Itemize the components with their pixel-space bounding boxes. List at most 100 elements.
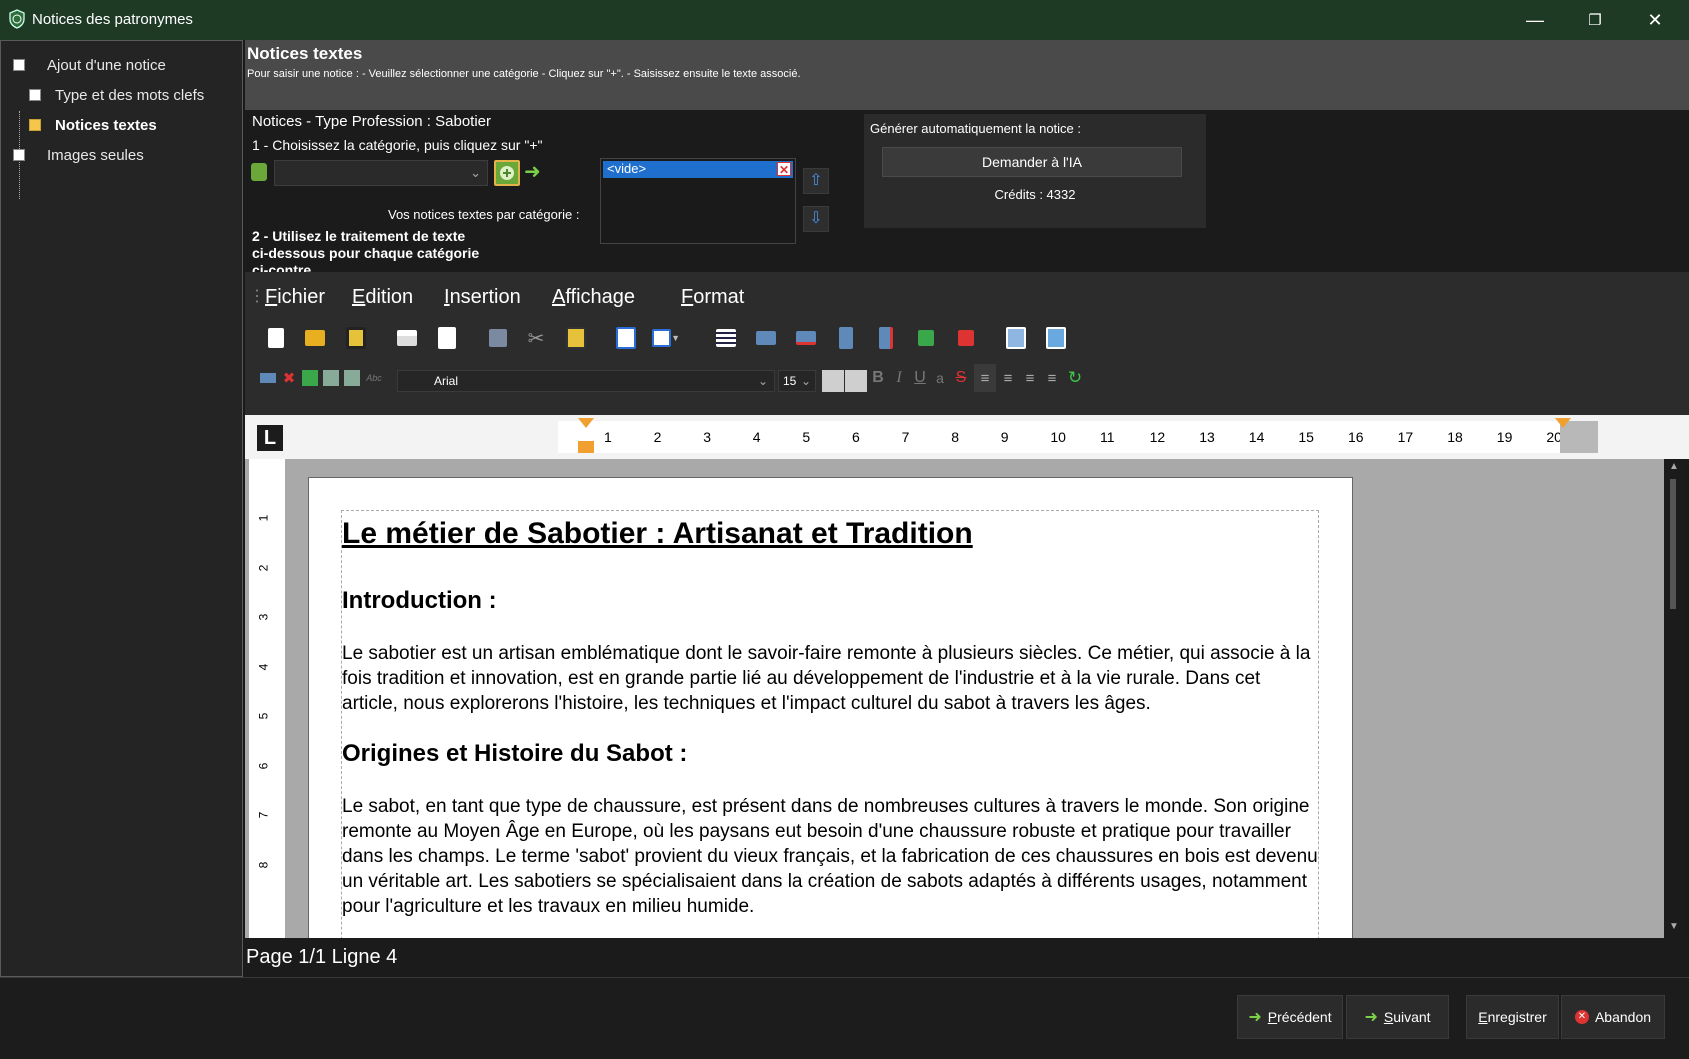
doc-heading-origins: Origines et Histoire du Sabot : [342, 740, 688, 767]
underline-button[interactable]: U [910, 364, 930, 392]
align-left-tool-button[interactable] [258, 364, 278, 392]
plus-icon [500, 166, 514, 180]
ruler-tick-label: 7 [901, 429, 910, 445]
category-list[interactable]: <vide> ✕ [600, 158, 796, 244]
nav-item-images[interactable]: Images seules [13, 143, 144, 167]
cut-button[interactable]: ✂ [522, 324, 550, 352]
open-folder-button[interactable] [301, 324, 329, 352]
abc-button[interactable]: Abc [364, 364, 384, 392]
save-record-button[interactable]: Enregistrer [1466, 995, 1559, 1039]
print-button[interactable] [393, 324, 421, 352]
menu-fichier[interactable]: Fichier [265, 286, 325, 309]
minimize-button[interactable]: — [1505, 0, 1565, 40]
paste-text-icon [302, 370, 318, 386]
ask-ai-button[interactable]: Demander à l'IA [882, 147, 1182, 177]
tab-stop-icon[interactable]: L [257, 425, 283, 451]
bold-button[interactable]: B [868, 364, 888, 392]
ruler-tick-label: 6 [852, 429, 860, 445]
vruler-tick-label: 8 [256, 861, 271, 868]
first-indent-marker[interactable] [578, 418, 594, 428]
document-area: 1 2 3 4 5 6 7 8 Le métier de Sabotier : Artisan… [245, 459, 1664, 938]
spell-option-button[interactable] [342, 364, 362, 392]
copy-button[interactable] [484, 324, 512, 352]
left-indent-marker[interactable] [578, 441, 594, 453]
font-select[interactable]: Arial ⌄ [397, 370, 775, 392]
italic-button[interactable]: I [889, 364, 909, 392]
document-page[interactable]: Le métier de Sabotier : Artisanat et Tra… [308, 477, 1353, 938]
superscript-button[interactable]: a [930, 364, 950, 392]
spell-option-icon [344, 370, 360, 386]
cancel-icon: ✕ [1574, 1010, 1589, 1024]
font-size-select[interactable]: 15 ⌄ [778, 370, 816, 392]
insert-col-right-button[interactable] [872, 324, 900, 352]
insert-row-above-button[interactable] [752, 324, 780, 352]
ruler-tick-label: 5 [802, 429, 811, 445]
table-dropdown-button[interactable]: ▼ [652, 324, 680, 352]
list-item[interactable]: <vide> ✕ [603, 161, 793, 178]
text-color-button[interactable] [822, 370, 844, 392]
preview-icon [438, 327, 456, 349]
vruler-tick-label: 5 [256, 712, 271, 720]
scissors-icon: ✂ [527, 327, 545, 350]
insert-image-button[interactable] [1002, 324, 1030, 352]
align-justify-button[interactable]: ≡ [1019, 364, 1041, 392]
doc-heading-intro: Introduction : [342, 587, 497, 614]
scroll-up-icon[interactable]: ▲ [1669, 461, 1679, 472]
close-icon: ✕ [1647, 9, 1663, 30]
add-category-button[interactable] [494, 160, 520, 186]
refresh-button[interactable]: ↻ [1064, 364, 1086, 392]
ruler-tick-label: 19 [1496, 429, 1513, 445]
delete-icon[interactable]: ✕ [777, 162, 791, 177]
scrollbar-thumb[interactable] [1670, 479, 1676, 609]
nav-item-label: Type et des mots clefs [55, 86, 205, 104]
highlight-color-button[interactable] [845, 370, 867, 392]
scroll-down-icon[interactable]: ▼ [1669, 921, 1679, 932]
print-preview-button[interactable] [433, 324, 461, 352]
restore-button[interactable]: ❐ [1565, 0, 1625, 40]
nav-item-ajout[interactable]: Ajout d'une notice [13, 53, 166, 77]
printer-icon [397, 330, 417, 346]
vertical-scrollbar[interactable]: ▲ ▼ [1664, 459, 1686, 938]
cancel-button[interactable]: ✕ Abandon [1561, 995, 1665, 1039]
clear-format-button[interactable]: ✖ [279, 364, 299, 392]
go-arrow-button[interactable]: ➜ [524, 160, 548, 186]
menu-affichage[interactable]: Affichage [552, 286, 635, 309]
minimize-icon: — [1526, 9, 1544, 30]
image-icon [1046, 327, 1066, 349]
right-indent-marker[interactable] [1555, 418, 1571, 428]
save-button[interactable] [342, 324, 370, 352]
paste-button[interactable] [562, 324, 590, 352]
previous-button[interactable]: ➜ Précédent [1237, 995, 1343, 1039]
move-up-button[interactable]: ⇧ [803, 168, 829, 194]
chevron-down-icon: ⌄ [800, 374, 811, 388]
step2-line2: ci-dessous pour chaque catégorie [252, 245, 480, 261]
next-button[interactable]: ➜ Suivant [1346, 995, 1449, 1039]
align-center-button[interactable]: ≡ [997, 364, 1019, 392]
window-title: Notices des patronymes [32, 11, 193, 28]
strikethrough-button[interactable]: S [951, 364, 971, 392]
align-right-button[interactable]: ≡ [1041, 364, 1063, 392]
vertical-ruler: 1 2 3 4 5 6 7 8 [249, 459, 285, 938]
new-document-button[interactable] [262, 324, 290, 352]
paste-text-button[interactable] [300, 364, 320, 392]
menu-format[interactable]: Format [681, 286, 744, 309]
insert-row-below-button[interactable] [792, 324, 820, 352]
menu-insertion[interactable]: Insertion [444, 286, 521, 309]
insert-col-left-button[interactable] [832, 324, 860, 352]
nav-item-label: Notices textes [55, 116, 157, 134]
align-left-button[interactable]: ≡ [974, 364, 996, 392]
add-cell-button[interactable] [912, 324, 940, 352]
image-button[interactable] [1042, 324, 1070, 352]
columns-button[interactable] [612, 324, 640, 352]
spell-check-button[interactable] [321, 364, 341, 392]
nav-item-notices-textes[interactable]: Notices textes [13, 113, 157, 137]
move-down-button[interactable]: ⇩ [803, 206, 829, 232]
insert-table-button[interactable] [712, 324, 740, 352]
category-combo[interactable]: ⌄ [274, 160, 488, 186]
menu-edition[interactable]: Edition [352, 286, 413, 309]
nav-item-type[interactable]: Type et des mots clefs [13, 83, 204, 107]
close-button[interactable]: ✕ [1625, 0, 1685, 40]
delete-cell-button[interactable] [952, 324, 980, 352]
text-frame[interactable]: Le métier de Sabotier : Artisanat et Tra… [341, 510, 1319, 938]
ruler-tick-label: 18 [1447, 429, 1463, 445]
